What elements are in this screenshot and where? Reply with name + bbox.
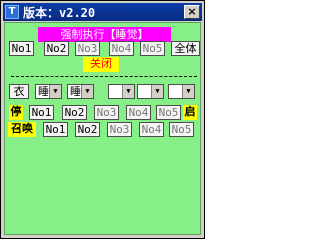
- chevron-down-icon: ▼: [182, 85, 194, 98]
- start-button[interactable]: 启: [183, 105, 197, 120]
- row4-no4-button[interactable]: No4: [139, 122, 164, 137]
- row3-no3-button[interactable]: No3: [94, 105, 119, 120]
- row3-no1-button[interactable]: No1: [29, 105, 54, 120]
- select-1[interactable]: 睡 ▼: [35, 84, 62, 99]
- chevron-down-icon: ▼: [49, 85, 61, 98]
- top-no3-button[interactable]: No3: [75, 41, 100, 56]
- select-2-value: 睡: [70, 85, 81, 98]
- cloth-button[interactable]: 衣: [9, 84, 29, 99]
- close-action-button[interactable]: 关闭: [83, 57, 119, 72]
- top-no4-button[interactable]: No4: [109, 41, 134, 56]
- row4-no2-button[interactable]: No2: [75, 122, 100, 137]
- select-5[interactable]: ▼: [168, 84, 195, 99]
- top-no1-button[interactable]: No1: [9, 41, 34, 56]
- top-no5-button[interactable]: No5: [140, 41, 165, 56]
- client-area: 强制执行【睡觉】 No1 No2 No3 No4 No5 全体 关闭 衣 睡 ▼…: [4, 22, 201, 235]
- app-icon: T: [5, 5, 19, 19]
- top-no2-button[interactable]: No2: [44, 41, 69, 56]
- divider: [11, 76, 197, 77]
- chevron-down-icon: ▼: [81, 85, 93, 98]
- window-title: 版本：v2.20: [23, 6, 96, 20]
- select-4[interactable]: ▼: [137, 84, 164, 99]
- select-3[interactable]: ▼: [108, 84, 135, 99]
- title-bar[interactable]: T 版本：v2.20 ×: [3, 3, 202, 21]
- row3-no2-button[interactable]: No2: [62, 105, 87, 120]
- close-window-button[interactable]: ×: [184, 5, 200, 19]
- row3-no4-button[interactable]: No4: [126, 105, 151, 120]
- row4-no5-button[interactable]: No5: [169, 122, 194, 137]
- force-sleep-banner[interactable]: 强制执行【睡觉】: [38, 27, 171, 42]
- summon-button[interactable]: 召唤: [8, 122, 36, 137]
- select-1-value: 睡: [38, 85, 49, 98]
- row4-no3-button[interactable]: No3: [107, 122, 132, 137]
- row4-no1-button[interactable]: No1: [43, 122, 68, 137]
- close-icon: ×: [187, 5, 197, 18]
- row3-no5-button[interactable]: No5: [156, 105, 181, 120]
- select-2[interactable]: 睡 ▼: [67, 84, 94, 99]
- chevron-down-icon: ▼: [122, 85, 134, 98]
- app-window: T 版本：v2.20 × 强制执行【睡觉】 No1 No2 No3 No4 No…: [0, 0, 205, 239]
- stop-button[interactable]: 停: [9, 105, 23, 120]
- chevron-down-icon: ▼: [151, 85, 163, 98]
- top-all-button[interactable]: 全体: [171, 41, 200, 56]
